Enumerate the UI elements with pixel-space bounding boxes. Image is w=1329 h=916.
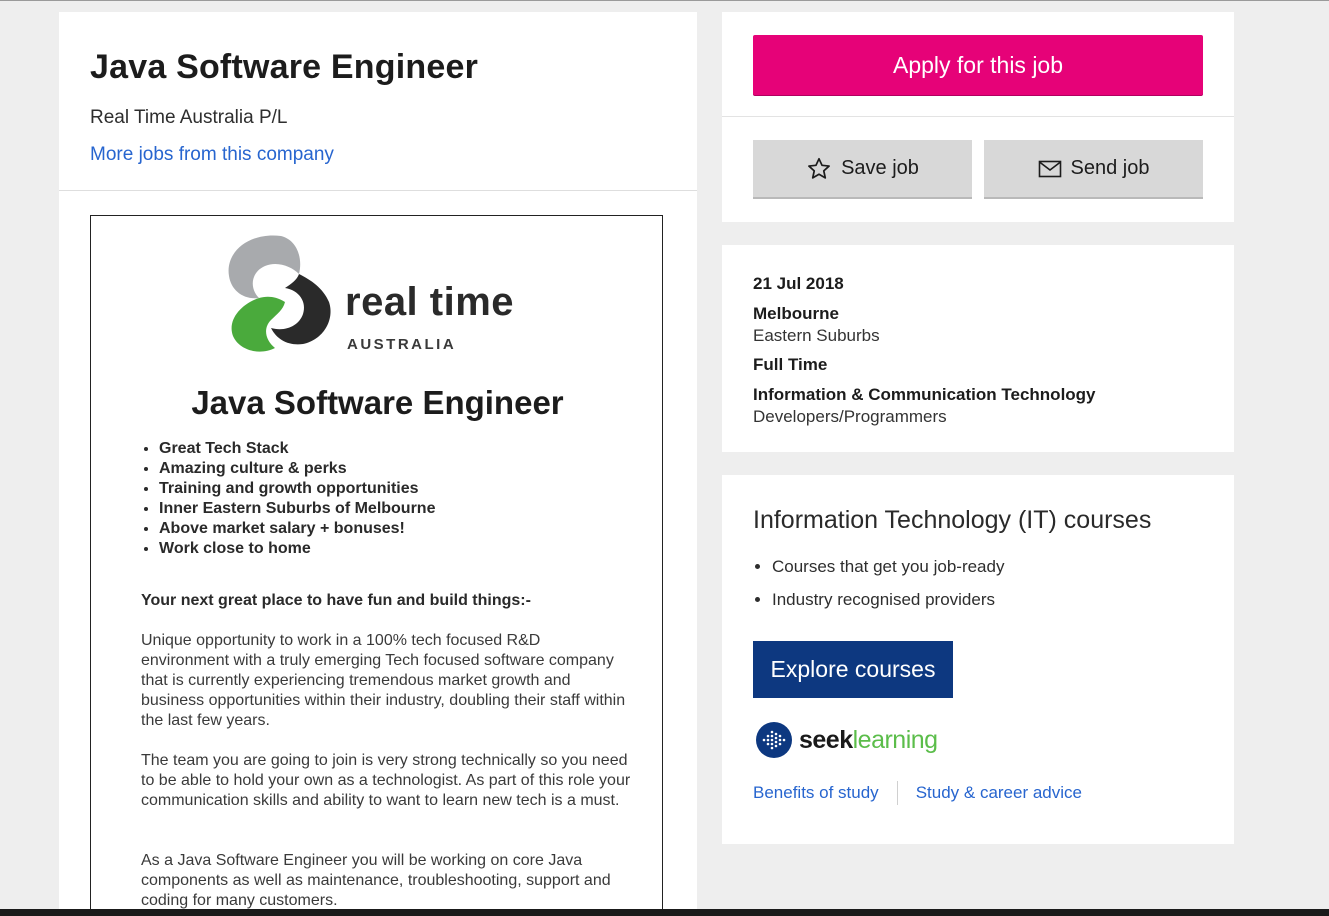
- logo-subtext: AUSTRALIA: [347, 336, 457, 353]
- ad-title: Java Software Engineer: [191, 384, 564, 421]
- ad-paragraph: Unique opportunity to work in a 100% tec…: [141, 632, 626, 729]
- ad-highlights: Great Tech Stack Amazing culture & perks…: [141, 439, 435, 559]
- job-detail-card: Java Software Engineer Real Time Austral…: [59, 12, 697, 916]
- ad-heading: Your next great place to have fun and bu…: [141, 592, 531, 609]
- apply-panel: Apply for this job Save job Send job: [722, 12, 1234, 222]
- top-border: [0, 0, 1329, 1]
- work-type: Full Time: [753, 355, 828, 374]
- list-item: Training and growth opportunities: [159, 479, 435, 499]
- list-item: Above market salary + bonuses!: [159, 519, 435, 539]
- courses-title: Information Technology (IT) courses: [753, 506, 1152, 534]
- list-item: Courses that get you job-ready: [772, 557, 1004, 590]
- send-job-label: Send job: [1070, 157, 1150, 179]
- list-item: Work close to home: [159, 539, 435, 559]
- job-area: Eastern Suburbs: [753, 326, 880, 345]
- seek-brand-text: seek: [799, 725, 853, 754]
- learning-brand-text: learning: [852, 725, 938, 754]
- send-job-button[interactable]: Send job: [984, 140, 1203, 199]
- job-classification: Information & Communication Technology: [753, 385, 1096, 404]
- benefits-of-study-link[interactable]: Benefits of study: [753, 783, 879, 803]
- seek-globe-icon: [756, 722, 792, 758]
- apply-button[interactable]: Apply for this job: [753, 35, 1203, 95]
- seek-learning-logo: seek learning: [755, 719, 938, 761]
- list-item: Industry recognised providers: [772, 590, 1004, 623]
- courses-panel: Information Technology (IT) courses Cour…: [722, 475, 1234, 844]
- job-title: Java Software Engineer: [90, 48, 478, 86]
- ad-paragraph: As a Java Software Engineer you will be …: [141, 852, 611, 909]
- job-subclassification: Developers/Programmers: [753, 407, 947, 426]
- save-job-button[interactable]: Save job: [753, 140, 972, 199]
- more-jobs-link[interactable]: More jobs from this company: [90, 144, 334, 166]
- list-item: Amazing culture & perks: [159, 459, 435, 479]
- logo-swirl-icon: [228, 235, 331, 352]
- job-info-panel: 21 Jul 2018 Melbourne Eastern Suburbs Fu…: [722, 245, 1234, 452]
- explore-courses-button[interactable]: Explore courses: [753, 641, 953, 698]
- save-job-label: Save job: [841, 157, 919, 179]
- divider: [722, 116, 1234, 117]
- study-links: Benefits of study Study & career advice: [753, 781, 1082, 805]
- bottom-bar: [0, 909, 1329, 916]
- link-separator: [896, 781, 898, 805]
- logo-wordmark: real time: [345, 280, 515, 324]
- job-ad-template: real time AUSTRALIA Java Software Engine…: [90, 215, 663, 916]
- study-career-advice-link[interactable]: Study & career advice: [916, 783, 1082, 803]
- ad-paragraph: The team you are going to join is very s…: [141, 752, 631, 809]
- divider: [59, 190, 697, 191]
- job-location: Melbourne: [753, 304, 839, 323]
- star-icon: [808, 157, 831, 179]
- listing-date: 21 Jul 2018: [753, 274, 844, 293]
- list-item: Inner Eastern Suburbs of Melbourne: [159, 499, 435, 519]
- company-name: Real Time Australia P/L: [90, 107, 288, 128]
- courses-points: Courses that get you job-ready Industry …: [753, 557, 1004, 623]
- company-logo: real time AUSTRALIA: [219, 228, 549, 356]
- list-item: Great Tech Stack: [159, 439, 435, 459]
- envelope-icon: [1038, 160, 1061, 177]
